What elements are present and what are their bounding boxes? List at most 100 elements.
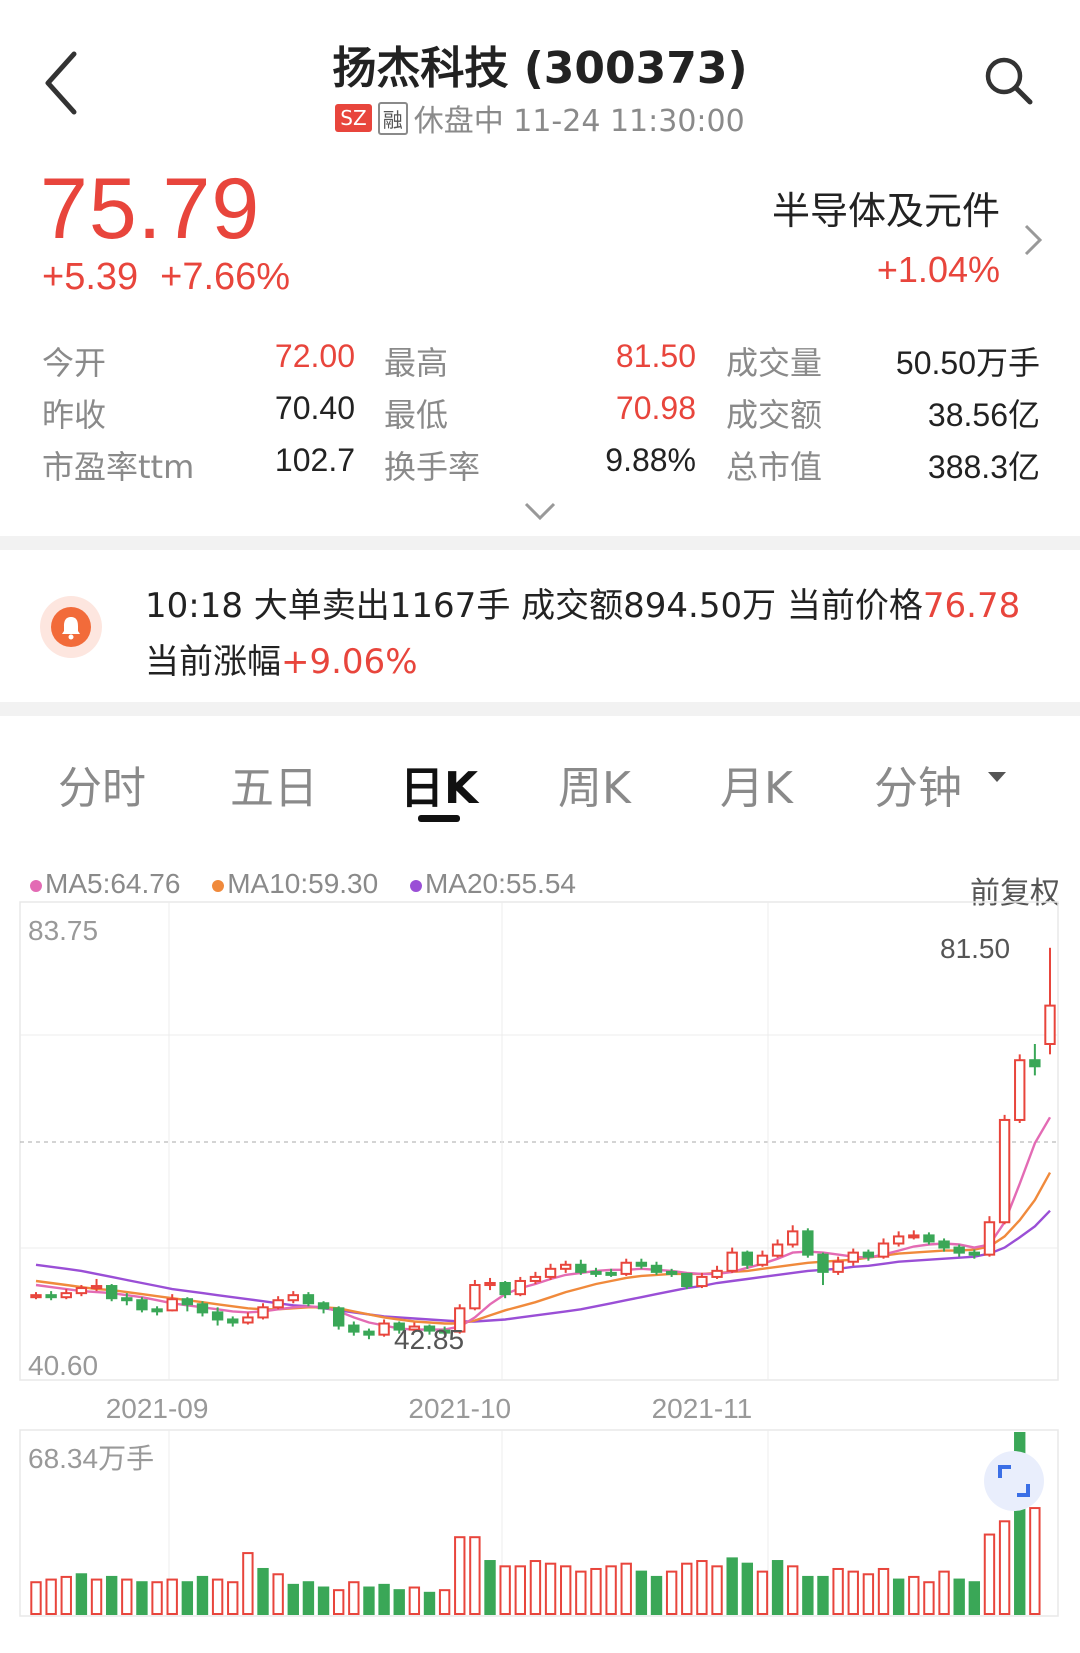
candle bbox=[696, 1272, 708, 1289]
candle-body bbox=[211, 1311, 224, 1321]
candle bbox=[1014, 1054, 1026, 1123]
volume-bar bbox=[181, 1581, 194, 1616]
volume-bar bbox=[30, 1581, 42, 1616]
candle bbox=[348, 1321, 360, 1336]
volume-bar bbox=[393, 1589, 405, 1616]
low-price-marker: 42.85 bbox=[394, 1324, 464, 1355]
candle bbox=[711, 1265, 723, 1279]
candle bbox=[635, 1258, 648, 1269]
candle-body bbox=[75, 1287, 88, 1295]
candle-body bbox=[242, 1316, 254, 1324]
volume-bar bbox=[953, 1578, 965, 1615]
candle-body bbox=[484, 1282, 496, 1287]
volume-bar bbox=[332, 1589, 345, 1616]
candle bbox=[151, 1306, 163, 1316]
volume-bar bbox=[1029, 1507, 1041, 1615]
candle-body bbox=[332, 1307, 345, 1327]
volume-bar bbox=[847, 1570, 859, 1616]
candle-body bbox=[363, 1330, 375, 1336]
candle-body bbox=[877, 1242, 890, 1258]
candle-body bbox=[998, 1118, 1011, 1224]
candle bbox=[726, 1247, 738, 1273]
candle-body bbox=[196, 1303, 209, 1314]
candle bbox=[469, 1279, 481, 1311]
volume-bar bbox=[802, 1575, 814, 1615]
volume-bar bbox=[378, 1583, 390, 1615]
candle-body bbox=[620, 1261, 632, 1275]
candle bbox=[802, 1228, 814, 1258]
volume-max-label: 68.34万手 bbox=[28, 1443, 154, 1474]
candle bbox=[30, 1292, 42, 1300]
candle bbox=[908, 1230, 920, 1240]
candle-body bbox=[272, 1299, 284, 1309]
volume-bar bbox=[121, 1578, 133, 1615]
fullscreen-icon[interactable] bbox=[984, 1451, 1044, 1511]
candle bbox=[787, 1225, 799, 1248]
candle-body bbox=[590, 1270, 602, 1275]
candle bbox=[544, 1263, 557, 1280]
volume-bar bbox=[998, 1520, 1011, 1616]
volume-bar bbox=[711, 1565, 723, 1616]
volume-bar bbox=[741, 1562, 754, 1616]
candle-body bbox=[635, 1261, 648, 1267]
volume-bar bbox=[923, 1581, 935, 1616]
candle bbox=[514, 1276, 526, 1297]
candle-body bbox=[575, 1263, 587, 1273]
candle-body bbox=[30, 1294, 42, 1299]
volume-bar bbox=[938, 1570, 950, 1616]
candle-body bbox=[726, 1251, 738, 1272]
candle bbox=[196, 1301, 209, 1317]
candle-body bbox=[287, 1294, 299, 1302]
volume-bar bbox=[665, 1570, 678, 1616]
volume-bar bbox=[257, 1567, 269, 1615]
volume-bar bbox=[242, 1552, 254, 1615]
candle-body bbox=[544, 1267, 557, 1278]
candle bbox=[227, 1316, 239, 1327]
candle bbox=[257, 1303, 269, 1320]
candle bbox=[650, 1261, 663, 1275]
volume-bar bbox=[575, 1570, 587, 1616]
volume-bar bbox=[908, 1575, 920, 1615]
y-axis-min: 40.60 bbox=[28, 1350, 98, 1381]
candle-body bbox=[892, 1235, 905, 1245]
candle bbox=[242, 1312, 254, 1325]
volume-bar bbox=[60, 1575, 72, 1615]
candle-body bbox=[771, 1243, 784, 1257]
volume-bar bbox=[681, 1562, 693, 1616]
candle-body bbox=[514, 1279, 526, 1296]
volume-bar bbox=[469, 1536, 481, 1616]
candle bbox=[287, 1291, 299, 1304]
candle bbox=[484, 1277, 496, 1291]
volume-bar bbox=[892, 1578, 905, 1615]
candle-body bbox=[1014, 1059, 1026, 1121]
volume-bar bbox=[529, 1560, 542, 1615]
candle bbox=[363, 1328, 375, 1340]
candle-body bbox=[787, 1230, 799, 1246]
candle-body bbox=[151, 1308, 163, 1313]
volume-bar bbox=[968, 1581, 981, 1616]
candle-body bbox=[741, 1251, 754, 1266]
kline-chart[interactable]: 2021-09 2021-10 2021-11 83.75 40.60 81.50 … bbox=[0, 0, 1080, 1653]
volume-bar bbox=[438, 1589, 451, 1616]
volume-bar bbox=[756, 1570, 769, 1616]
candle bbox=[560, 1260, 572, 1273]
candle bbox=[181, 1297, 194, 1312]
volume-bar bbox=[862, 1573, 875, 1616]
volume-bar bbox=[151, 1581, 163, 1616]
candle bbox=[771, 1239, 784, 1258]
volume-bar bbox=[787, 1565, 799, 1616]
volume-bar bbox=[832, 1567, 844, 1615]
volume-bar bbox=[544, 1562, 557, 1616]
volume-bar bbox=[105, 1575, 118, 1615]
candle bbox=[378, 1319, 390, 1337]
candle-body bbox=[1044, 1004, 1056, 1045]
candle-body bbox=[45, 1294, 57, 1299]
volume-bar bbox=[136, 1581, 148, 1616]
candle-body bbox=[181, 1298, 194, 1306]
x-axis-ticks: 2021-09 2021-10 2021-11 bbox=[106, 1393, 753, 1424]
candle-body bbox=[560, 1263, 572, 1270]
candle-body bbox=[665, 1270, 678, 1275]
x-tick-label: 2021-10 bbox=[408, 1393, 511, 1424]
candle-body bbox=[378, 1322, 390, 1336]
candle-body bbox=[60, 1292, 72, 1299]
